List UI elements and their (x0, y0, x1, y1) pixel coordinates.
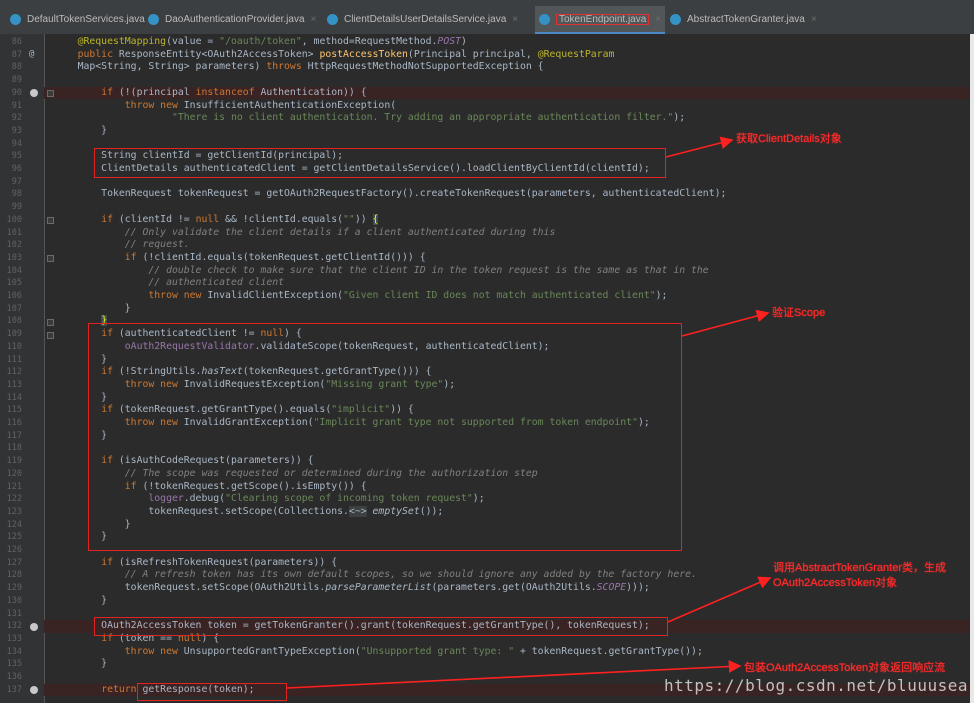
watermark: https://blog.csdn.net/bluuusea (664, 676, 968, 695)
arrow-token-granter (667, 576, 772, 623)
annotation-arrows (286, 136, 772, 689)
annotation-client-details: 获取ClientDetails对象 (736, 133, 842, 145)
annotation-scope: 验证Scope (772, 307, 826, 319)
arrow-client-details (665, 136, 734, 158)
annotation-token-granter: 调用AbstractTokenGranter类，生成 OAuth2AccessT… (773, 562, 946, 589)
annotation-response: 包装OAuth2AccessToken对象返回响应流 (744, 662, 946, 674)
arrow-scope (681, 309, 770, 337)
